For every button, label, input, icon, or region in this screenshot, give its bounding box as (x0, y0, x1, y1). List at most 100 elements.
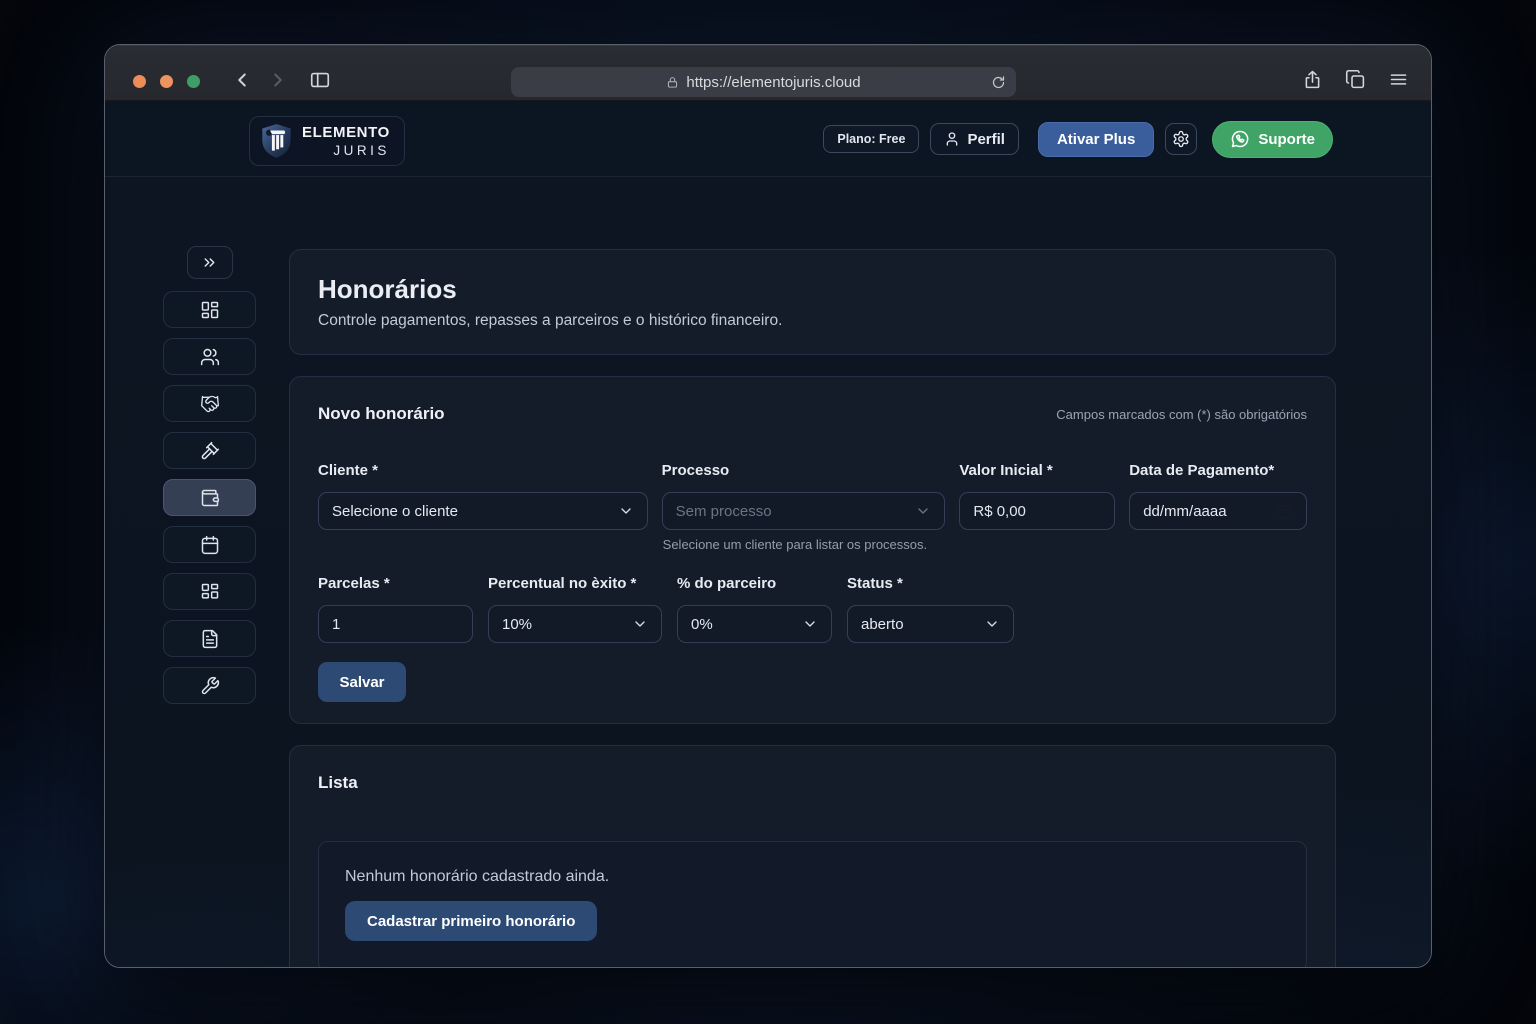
documents-file-icon (200, 629, 220, 649)
parcelas-label: Parcelas * (318, 575, 473, 592)
clients-users-icon (200, 347, 220, 367)
activate-plus-button[interactable]: Ativar Plus (1038, 122, 1154, 157)
header-actions: Plano: Free Perfil Ativar Plus Suporte (823, 101, 1333, 177)
processes-gavel-icon (200, 441, 220, 461)
partners-handshake-icon (200, 394, 220, 414)
processo-selected-value: Sem processo (676, 503, 916, 520)
fees-wallet-icon (200, 488, 220, 508)
menu-icon[interactable] (1388, 69, 1409, 90)
percentual-parceiro-select[interactable]: 0% (677, 605, 832, 643)
sidebar-item-processos[interactable] (163, 432, 256, 469)
save-button[interactable]: Salvar (318, 662, 406, 702)
whatsapp-icon (1230, 129, 1250, 149)
url-text: https://elementojuris.cloud (686, 74, 860, 91)
user-icon (944, 131, 960, 147)
sidebar-item-agenda[interactable] (163, 526, 256, 563)
parcelas-value[interactable] (332, 616, 459, 633)
modules-grid-icon (200, 582, 220, 602)
profile-label: Perfil (967, 131, 1005, 148)
chevron-down-icon (802, 616, 818, 632)
sidebar-nav (163, 246, 256, 714)
new-fee-form-panel: Novo honorário Campos marcados com (*) s… (289, 376, 1336, 724)
back-button[interactable] (231, 69, 253, 91)
data-pagamento-input[interactable]: dd/mm/aaaa (1129, 492, 1307, 530)
chevron-down-icon (984, 616, 1000, 632)
agenda-calendar-icon (200, 535, 220, 555)
processo-label: Processo (662, 462, 946, 479)
parcelas-input[interactable] (318, 605, 473, 643)
gear-icon (1172, 130, 1190, 148)
tools-wrench-icon (200, 676, 220, 696)
processo-select[interactable]: Sem processo (662, 492, 946, 530)
brand-text: ELEMENTO JURIS (302, 124, 390, 158)
sidebar-item-dashboard[interactable] (163, 291, 256, 328)
support-button[interactable]: Suporte (1212, 121, 1333, 158)
window-minimize-button[interactable] (160, 75, 173, 88)
processo-helper-text: Selecione um cliente para listar os proc… (663, 537, 927, 552)
valor-inicial-value[interactable] (973, 503, 1101, 520)
valor-inicial-label: Valor Inicial * (959, 462, 1115, 479)
sidebar-item-ferramentas[interactable] (163, 667, 256, 704)
required-fields-note: Campos marcados com (*) são obrigatórios (1056, 407, 1307, 422)
empty-state-card: Nenhum honorário cadastrado ainda. Cadas… (318, 841, 1307, 968)
browser-window: https://elementojuris.cloud (104, 44, 1432, 968)
settings-button[interactable] (1165, 123, 1197, 155)
brand-line2: JURIS (333, 143, 390, 158)
main-content: Honorários Controle pagamentos, repasses… (289, 249, 1336, 968)
percentual-exito-select[interactable]: 10% (488, 605, 662, 643)
support-label: Suporte (1258, 131, 1315, 148)
dashboard-grid-icon (200, 300, 220, 320)
data-pagamento-label: Data de Pagamento* (1129, 462, 1307, 479)
forward-button[interactable] (267, 69, 289, 91)
percentual-parceiro-value: 0% (691, 616, 802, 633)
app-header: ELEMENTO JURIS Plano: Free Perfil Ativar… (105, 101, 1431, 177)
status-select[interactable]: aberto (847, 605, 1014, 643)
app-logo: ELEMENTO JURIS (249, 116, 405, 166)
chevron-right-icon (267, 69, 289, 91)
percentual-exito-label: Percentual no èxito * (488, 575, 662, 592)
window-zoom-button[interactable] (187, 75, 200, 88)
sidebar-expand-button[interactable] (187, 246, 233, 279)
page-subtitle: Controle pagamentos, repasses a parceiro… (318, 312, 1307, 330)
window-close-button[interactable] (133, 75, 146, 88)
share-icon[interactable] (1302, 69, 1323, 90)
app-page: ELEMENTO JURIS Plano: Free Perfil Ativar… (105, 101, 1431, 967)
sidebar-item-clientes[interactable] (163, 338, 256, 375)
chevron-down-icon (632, 616, 648, 632)
list-title: Lista (318, 773, 358, 792)
chevron-down-icon (915, 503, 931, 519)
page-title: Honorários (318, 274, 1307, 305)
browser-toolbar: https://elementojuris.cloud (105, 45, 1431, 101)
plan-badge: Plano: Free (823, 125, 919, 153)
address-bar[interactable]: https://elementojuris.cloud (511, 67, 1016, 97)
profile-button[interactable]: Perfil (930, 123, 1019, 155)
sidebar-item-honorarios[interactable] (163, 479, 256, 516)
empty-state-text: Nenhum honorário cadastrado ainda. (345, 868, 1280, 886)
calendar-icon[interactable] (1275, 502, 1293, 520)
sidebar-item-modulos[interactable] (163, 573, 256, 610)
sidebar-item-parceiros[interactable] (163, 385, 256, 422)
valor-inicial-input[interactable] (959, 492, 1115, 530)
reload-icon[interactable] (991, 75, 1006, 90)
fees-list-panel: Lista Nenhum honorário cadastrado ainda.… (289, 745, 1336, 968)
tabs-overview-icon[interactable] (1345, 69, 1366, 90)
page-header-panel: Honorários Controle pagamentos, repasses… (289, 249, 1336, 355)
create-first-fee-button[interactable]: Cadastrar primeiro honorário (345, 901, 597, 941)
percentual-exito-value: 10% (502, 616, 632, 633)
sidebar-item-documentos[interactable] (163, 620, 256, 657)
form-title: Novo honorário (318, 404, 445, 424)
cliente-selected-value: Selecione o cliente (332, 503, 618, 520)
chevrons-right-icon (201, 254, 218, 271)
window-controls (133, 75, 200, 88)
cliente-label: Cliente * (318, 462, 648, 479)
brand-shield-icon (260, 122, 293, 160)
data-pagamento-value: dd/mm/aaaa (1143, 503, 1275, 520)
sidebar-panel-icon (309, 69, 331, 91)
sidebar-toggle-button[interactable] (309, 69, 331, 91)
toolbar-right-icons (1302, 69, 1409, 90)
percentual-parceiro-label: % do parceiro (677, 575, 832, 592)
chevron-left-icon (231, 69, 253, 91)
status-value: aberto (861, 616, 984, 633)
status-label: Status * (847, 575, 1014, 592)
cliente-select[interactable]: Selecione o cliente (318, 492, 648, 530)
